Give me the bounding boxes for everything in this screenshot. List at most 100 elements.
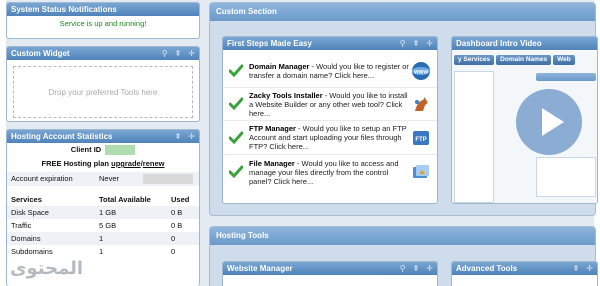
expiration-label: Account expiration: [11, 174, 73, 183]
service-used: 0 B: [171, 221, 183, 230]
move-icon[interactable]: ✛: [188, 130, 195, 143]
panel-controls: ⚲ ⇞ ✛: [400, 37, 433, 50]
video-mini-section-bar: [536, 73, 596, 81]
website-manager-title: Website Manager: [227, 264, 293, 273]
client-id: Client ID: [7, 143, 199, 157]
system-status-panel: System Status Notifications Service is u…: [6, 2, 200, 39]
move-icon[interactable]: ✛: [188, 47, 195, 60]
panel-controls: ⇞ ✛: [573, 262, 593, 275]
widget-drop-zone[interactable]: Drop your preferred Tools here: [13, 66, 193, 118]
table-row: Domains 1 0: [7, 232, 199, 245]
svg-text:FTP: FTP: [415, 137, 426, 143]
table-row: Disk Space 1 GB 0 B: [7, 206, 199, 219]
col-used: Used: [171, 195, 190, 204]
expiration-row: Account expiration Never: [7, 172, 199, 186]
service-total: 1 GB: [99, 208, 117, 217]
pin-icon[interactable]: ⇞: [175, 130, 182, 143]
move-icon[interactable]: ✛: [426, 37, 433, 50]
hosting-tools-header[interactable]: Hosting Tools: [210, 227, 595, 245]
service-used: 0: [171, 234, 176, 243]
service-name: Subdomains: [11, 247, 53, 256]
first-steps-header[interactable]: First Steps Made Easy ⚲ ⇞ ✛: [223, 37, 437, 50]
mini-tab: Web: [553, 55, 575, 65]
check-icon: [229, 131, 243, 144]
account-stats-title: Hosting Account Statistics: [11, 132, 113, 141]
pin-icon[interactable]: ⇞: [573, 262, 580, 275]
account-stats-header[interactable]: Hosting Account Statistics ⇞ ✛: [7, 130, 199, 143]
check-icon: [229, 97, 243, 111]
service-name: Domains: [11, 234, 41, 243]
list-item-domain-manager[interactable]: Domain Manager - Would you like to regis…: [223, 54, 437, 88]
list-item-tools-installer[interactable]: Zacky Tools Installer - Would you like t…: [223, 88, 437, 121]
item-title: FTP Manager: [249, 124, 296, 133]
col-total: Total Available: [99, 195, 151, 204]
service-used: 0: [171, 247, 176, 256]
renew-link[interactable]: renew: [143, 159, 165, 168]
file-manager-icon: [413, 165, 429, 178]
dashboard-video-title: Dashboard Intro Video: [456, 39, 542, 48]
kangaroo-icon: [415, 97, 428, 111]
system-status-header[interactable]: System Status Notifications: [7, 3, 199, 16]
service-total: 1: [99, 234, 104, 243]
wrench-icon[interactable]: ⚲: [400, 37, 406, 50]
move-icon[interactable]: ✛: [586, 262, 593, 275]
table-row: Subdomains 1 0: [7, 245, 199, 258]
dashboard-video-header[interactable]: Dashboard Intro Video: [452, 37, 597, 50]
hosting-plan: FREE Hosting plan upgrade/renew: [7, 157, 199, 171]
pin-icon[interactable]: ⇞: [413, 37, 420, 50]
custom-widget-title: Custom Widget: [11, 49, 70, 58]
advanced-tools-header[interactable]: Advanced Tools ⇞ ✛: [452, 262, 597, 275]
custom-widget-panel: Custom Widget ⚲ ⇞ ✛ Drop your preferred …: [6, 46, 200, 122]
item-title: Domain Manager: [249, 61, 310, 71]
status-message: Service is up and running!: [59, 19, 147, 28]
check-icon: [229, 64, 243, 77]
ftp-icon: FTP: [413, 130, 429, 145]
expiration-table: Account expiration Never: [7, 172, 199, 186]
wrench-icon[interactable]: ⚲: [400, 262, 406, 275]
website-manager-header[interactable]: Website Manager ⚲ ⇞ ✛: [223, 262, 437, 275]
list-item-text: Zacky Tools Installer - Would you like t…: [249, 91, 411, 118]
expiration-bar: [143, 174, 193, 185]
table-row: Traffic 5 GB 0 B: [7, 219, 199, 232]
col-services: Services: [11, 195, 42, 204]
item-title: Zacky Tools Installer: [249, 90, 323, 100]
play-icon[interactable]: [516, 89, 582, 155]
upgrade-link[interactable]: upgrade: [111, 159, 141, 168]
client-id-redacted: [105, 145, 136, 156]
service-used: 0 B: [171, 208, 183, 217]
item-title: File Manager: [249, 158, 295, 168]
list-item-text: Domain Manager - Would you like to regis…: [249, 62, 411, 80]
services-table: Services Total Available Used Disk Space…: [7, 193, 199, 258]
mini-tab: y Services: [454, 55, 495, 65]
service-total: 1: [99, 247, 104, 256]
list-item-file-manager[interactable]: File Manager - Would you like to access …: [223, 155, 437, 189]
wrench-icon[interactable]: ⚲: [162, 47, 168, 60]
move-icon[interactable]: ✛: [426, 262, 433, 275]
client-id-label: Client ID: [70, 145, 102, 154]
list-item-text: File Manager - Would you like to access …: [249, 159, 411, 186]
list-item-ftp-manager[interactable]: FTP Manager - Would you like to setup an…: [223, 121, 437, 155]
video-mini-list: [536, 157, 596, 197]
list-item-text: FTP Manager - Would you like to setup an…: [249, 124, 411, 151]
panel-controls: ⇞ ✛: [175, 130, 195, 143]
watermark-logo: المحتوى: [10, 258, 84, 279]
plan-label: FREE Hosting plan: [41, 159, 112, 168]
pin-icon[interactable]: ⇞: [175, 47, 182, 60]
panel-controls: ⚲ ⇞ ✛: [162, 47, 195, 60]
service-name: Traffic: [11, 221, 32, 230]
website-manager-panel: Website Manager ⚲ ⇞ ✛: [222, 261, 438, 286]
www-globe-icon: www: [412, 61, 430, 80]
video-preview[interactable]: y Services Domain Names Web: [452, 51, 597, 203]
check-icon: [229, 165, 243, 179]
svg-text:www: www: [413, 69, 428, 75]
pin-icon[interactable]: ⇞: [413, 262, 420, 275]
advanced-tools-title: Advanced Tools: [456, 264, 518, 273]
service-name: Disk Space: [11, 208, 49, 217]
first-steps-list: Domain Manager - Would you like to regis…: [223, 50, 437, 189]
video-mini-left-panel: [454, 71, 494, 203]
first-steps-panel: First Steps Made Easy ⚲ ⇞ ✛ Domain Manag…: [222, 36, 438, 204]
expiration-value: Never: [99, 174, 120, 183]
custom-section-header[interactable]: Custom Section: [210, 3, 595, 21]
custom-widget-header[interactable]: Custom Widget ⚲ ⇞ ✛: [7, 47, 199, 60]
services-header-row: Services Total Available Used: [7, 193, 199, 206]
